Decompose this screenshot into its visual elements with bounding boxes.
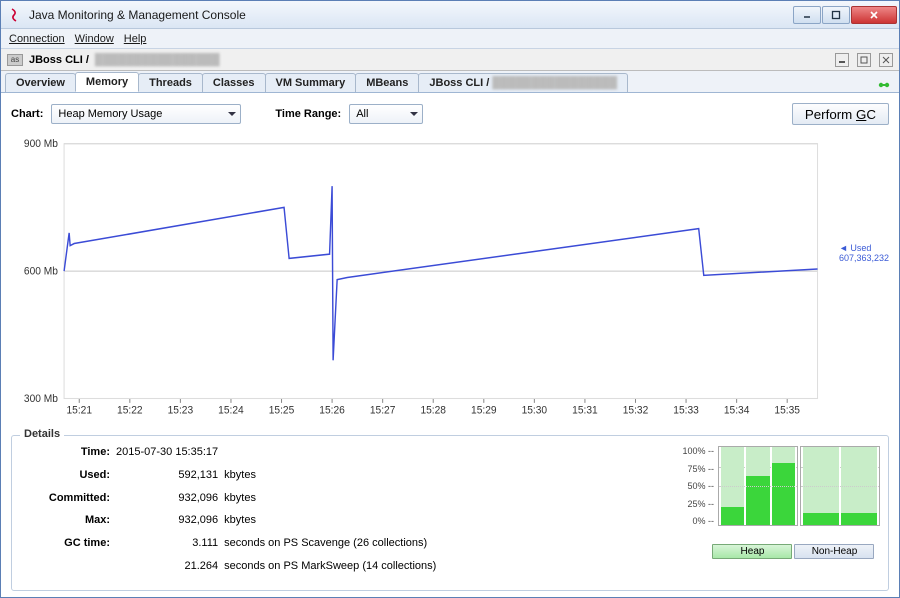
internal-frame-bar: as JBoss CLI / ████████████████	[1, 49, 899, 71]
svg-text:15:34: 15:34	[724, 404, 750, 416]
svg-text:15:30: 15:30	[522, 404, 548, 416]
menu-connection[interactable]: Connection	[9, 33, 65, 45]
nonheap-bars[interactable]	[800, 446, 880, 526]
detail-value: 592,131	[116, 469, 218, 481]
svg-text:15:24: 15:24	[218, 404, 244, 416]
time-range-label: Time Range:	[275, 108, 341, 120]
tabstrip: Overview Memory Threads Classes VM Summa…	[1, 71, 899, 93]
tab-overview[interactable]: Overview	[5, 73, 76, 92]
details-grid: Time: 2015-07-30 15:35:17 Used: 592,131 kbyt…	[20, 442, 436, 580]
menubar: Connection Window Help	[1, 29, 899, 49]
memory-pool-bar[interactable]	[803, 447, 839, 525]
nonheap-legend-button[interactable]: Non-Heap	[794, 544, 874, 559]
internal-maximize-button[interactable]	[857, 53, 871, 67]
detail-value: 932,096	[116, 492, 218, 504]
detail-unit: kbytes	[224, 492, 436, 504]
internal-minimize-button[interactable]	[835, 53, 849, 67]
app-server-icon: as	[7, 54, 23, 66]
svg-text:15:29: 15:29	[471, 404, 497, 416]
svg-text:15:32: 15:32	[623, 404, 649, 416]
svg-text:15:31: 15:31	[572, 404, 598, 416]
close-button[interactable]	[851, 6, 897, 24]
window-title: Java Monitoring & Management Console	[29, 8, 792, 22]
svg-text:300 Mb: 300 Mb	[24, 392, 58, 404]
tab-threads[interactable]: Threads	[138, 73, 203, 92]
tab-memory[interactable]: Memory	[75, 72, 139, 92]
chart-toolbar: Chart: Heap Memory Usage Time Range: All…	[11, 99, 889, 129]
details-panel: Details Time:2015-07-30 15:35:17Used:592…	[11, 435, 889, 591]
detail-unit: seconds on PS MarkSweep (14 collections)	[224, 560, 436, 572]
chart-label: Chart:	[11, 108, 43, 120]
heap-bars[interactable]	[718, 446, 798, 526]
internal-frame-title: JBoss CLI /	[29, 54, 89, 66]
tab-classes[interactable]: Classes	[202, 73, 266, 92]
svg-text:15:33: 15:33	[673, 404, 699, 416]
svg-text:15:26: 15:26	[319, 404, 345, 416]
tab-vm-summary[interactable]: VM Summary	[265, 73, 357, 92]
detail-unit: kbytes	[224, 514, 436, 526]
detail-value: 2015-07-30 15:35:17	[116, 446, 218, 458]
tab-mbeans[interactable]: MBeans	[355, 73, 419, 92]
heap-chart: 300 Mb 600 Mb 900 Mb 15:21 15:22 15:23 15:24 15…	[11, 135, 889, 429]
detail-value: 3.111	[116, 537, 218, 549]
detail-key: Committed:	[20, 492, 110, 504]
svg-text:600 Mb: 600 Mb	[24, 265, 58, 277]
time-range-combo[interactable]: All	[349, 104, 423, 124]
memory-pool-bars: 100% --75% --50% --25% --0% -- Heap Non-…	[682, 442, 880, 580]
menu-window[interactable]: Window	[75, 33, 114, 45]
svg-text:15:28: 15:28	[420, 404, 446, 416]
detail-value: 21.264	[116, 560, 218, 572]
detail-unit: seconds on PS Scavenge (26 collections)	[224, 537, 436, 549]
detail-key: Used:	[20, 469, 110, 481]
detail-unit: kbytes	[224, 469, 436, 481]
connection-status-icon	[877, 78, 891, 92]
detail-key: Max:	[20, 514, 110, 526]
svg-text:15:21: 15:21	[66, 404, 92, 416]
detail-key: Time:	[20, 446, 110, 458]
java-icon	[7, 7, 23, 23]
memory-pool-bar[interactable]	[721, 447, 744, 525]
heap-legend-button[interactable]: Heap	[712, 544, 792, 559]
internal-close-button[interactable]	[879, 53, 893, 67]
titlebar: Java Monitoring & Management Console	[1, 1, 899, 29]
svg-text:15:23: 15:23	[168, 404, 194, 416]
internal-frame-title-blurred: ████████████████	[95, 54, 220, 66]
minimize-button[interactable]	[793, 6, 821, 24]
menu-help[interactable]: Help	[124, 33, 147, 45]
details-title: Details	[20, 428, 64, 440]
tab-jboss-cli[interactable]: JBoss CLI / ████████████████	[418, 73, 628, 92]
svg-text:15:25: 15:25	[269, 404, 295, 416]
memory-pool-bar[interactable]	[772, 447, 795, 525]
detail-key: GC time:	[20, 537, 110, 549]
chart-combo[interactable]: Heap Memory Usage	[51, 104, 241, 124]
maximize-button[interactable]	[822, 6, 850, 24]
svg-text:15:35: 15:35	[774, 404, 800, 416]
chart-current-value-label: ◄ Used607,363,232	[839, 243, 889, 263]
perform-gc-button[interactable]: Perform GC	[792, 103, 889, 125]
svg-text:15:22: 15:22	[117, 404, 143, 416]
svg-text:900 Mb: 900 Mb	[24, 138, 58, 150]
svg-text:15:27: 15:27	[370, 404, 396, 416]
memory-pool-bar[interactable]	[746, 447, 769, 525]
memory-pool-bar[interactable]	[841, 447, 877, 525]
detail-value: 932,096	[116, 514, 218, 526]
